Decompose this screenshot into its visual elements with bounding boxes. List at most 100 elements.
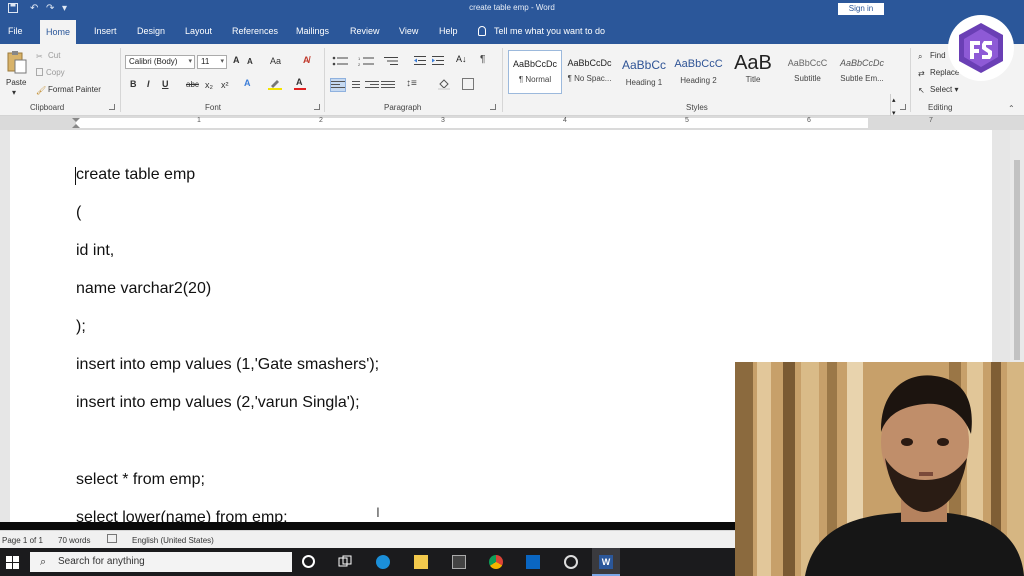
- styles-launcher-icon[interactable]: [900, 104, 906, 110]
- document-line[interactable]: );: [76, 318, 86, 336]
- borders-icon[interactable]: [462, 78, 474, 90]
- tab-file[interactable]: File: [2, 18, 29, 44]
- style-preview: AaBbCcDc: [567, 58, 612, 68]
- style-item[interactable]: AaBbCcC Heading 2: [672, 50, 726, 94]
- tab-mailings[interactable]: Mailings: [290, 18, 335, 44]
- proofing-icon[interactable]: [107, 534, 117, 543]
- document-line[interactable]: select lower(name) from emp;: [76, 509, 288, 522]
- justify-icon[interactable]: [381, 79, 395, 91]
- document-line[interactable]: create table emp: [76, 166, 195, 184]
- format-painter-button[interactable]: 🖌 Format Painter: [36, 85, 101, 95]
- multilevel-list-icon[interactable]: [384, 56, 402, 68]
- sign-in-button[interactable]: Sign in: [838, 3, 884, 15]
- copy-button[interactable]: Copy: [36, 68, 65, 77]
- tab-view[interactable]: View: [393, 18, 424, 44]
- subscript-button[interactable]: x₂: [205, 80, 213, 90]
- obs-icon[interactable]: [564, 555, 578, 569]
- mail-icon[interactable]: [526, 555, 540, 569]
- line-spacing-icon[interactable]: ↕≡: [406, 78, 417, 89]
- document-line[interactable]: insert into emp values (1,'Gate smashers…: [76, 356, 379, 374]
- decrease-indent-icon[interactable]: [414, 56, 426, 68]
- svg-text:2: 2: [358, 62, 361, 66]
- align-right-icon[interactable]: [365, 79, 379, 91]
- clear-formatting-icon[interactable]: A̸: [303, 55, 310, 65]
- numbering-icon[interactable]: 12: [358, 56, 376, 68]
- bullets-icon[interactable]: [332, 56, 350, 68]
- underline-button[interactable]: U: [162, 79, 169, 89]
- tab-layout[interactable]: Layout: [179, 18, 218, 44]
- style-item[interactable]: AaBbCcDc ¶ No Spac...: [563, 50, 617, 94]
- windows-start-icon[interactable]: [6, 556, 19, 571]
- clipboard-launcher-icon[interactable]: [109, 104, 115, 110]
- sort-icon[interactable]: A↓: [456, 54, 467, 64]
- cut-button[interactable]: ✂ Cut: [36, 51, 60, 61]
- language-status[interactable]: English (United States): [132, 536, 214, 545]
- ruler-number: 1: [197, 117, 201, 124]
- find-button[interactable]: ⌕ Find: [918, 51, 946, 61]
- tab-home[interactable]: Home: [40, 18, 77, 44]
- grow-font-button[interactable]: A: [233, 55, 240, 65]
- style-item[interactable]: AaBbCcDc Subtle Em...: [835, 50, 889, 94]
- paste-icon[interactable]: [6, 50, 28, 74]
- align-center-icon[interactable]: [349, 79, 363, 91]
- italic-button[interactable]: I: [147, 79, 150, 89]
- shading-icon[interactable]: [438, 78, 450, 90]
- taskbar-search-placeholder: Search for anything: [58, 556, 145, 567]
- cortana-icon[interactable]: [302, 555, 315, 568]
- text-effects-icon[interactable]: A: [244, 78, 251, 88]
- increase-indent-icon[interactable]: [432, 56, 444, 68]
- edge-icon[interactable]: [376, 555, 390, 569]
- style-item[interactable]: AaB Title: [726, 50, 780, 94]
- style-preview: AaBbCcDc: [512, 59, 557, 69]
- style-item[interactable]: AaBbCcC Subtitle: [781, 50, 835, 94]
- paragraph-launcher-icon[interactable]: [490, 104, 496, 110]
- style-preview: AaBbCcC: [787, 58, 828, 68]
- show-formatting-marks-icon[interactable]: ¶: [480, 54, 485, 65]
- task-view-icon[interactable]: [338, 555, 352, 569]
- paintbrush-icon: 🖌: [36, 86, 47, 95]
- superscript-button[interactable]: x²: [221, 80, 229, 90]
- tab-design[interactable]: Design: [131, 18, 171, 44]
- style-item[interactable]: AaBbCcDc ¶ Normal: [508, 50, 562, 94]
- strikethrough-button[interactable]: abc: [186, 80, 199, 89]
- channel-logo: [948, 15, 1014, 81]
- paste-dropdown-icon[interactable]: ▾: [12, 88, 16, 97]
- scrollbar-thumb[interactable]: [1014, 160, 1020, 360]
- font-color-icon[interactable]: A: [294, 77, 306, 90]
- home-ribbon: Paste ▾ ✂ Cut Copy 🖌 Format Painter Clipbo…: [0, 44, 1024, 136]
- paste-button[interactable]: Paste: [6, 78, 26, 87]
- tab-references[interactable]: References: [226, 18, 284, 44]
- font-size-box[interactable]: 11: [197, 55, 227, 69]
- word-count[interactable]: 70 words: [58, 536, 90, 545]
- presenter-video-image: [735, 362, 1024, 576]
- taskbar-search[interactable]: ⌕ Search for anything: [30, 552, 292, 572]
- document-line[interactable]: insert into emp values (2,'varun Singla'…: [76, 394, 360, 412]
- document-line[interactable]: select * from emp;: [76, 471, 205, 489]
- align-left-icon[interactable]: [330, 78, 346, 92]
- document-line[interactable]: name varchar2(20): [76, 280, 211, 298]
- font-launcher-icon[interactable]: [314, 104, 320, 110]
- store-icon[interactable]: [452, 555, 466, 569]
- tab-help[interactable]: Help: [433, 18, 464, 44]
- file-explorer-icon[interactable]: [414, 555, 428, 569]
- collapse-ribbon-icon[interactable]: ⌃: [1008, 104, 1015, 113]
- divider: [910, 48, 911, 112]
- document-line[interactable]: (: [76, 204, 81, 222]
- font-name-box[interactable]: Calibri (Body): [125, 55, 195, 69]
- tab-insert[interactable]: Insert: [88, 18, 123, 44]
- style-item[interactable]: AaBbCc Heading 1: [617, 50, 671, 94]
- word-taskbar-button[interactable]: W: [592, 548, 620, 576]
- page-count[interactable]: Page 1 of 1: [2, 536, 43, 545]
- chrome-icon[interactable]: [489, 555, 503, 569]
- document-line[interactable]: id int,: [76, 242, 114, 260]
- tab-review[interactable]: Review: [344, 18, 386, 44]
- change-case-button[interactable]: Aa: [270, 56, 281, 66]
- tell-me-search[interactable]: Tell me what you want to do: [478, 18, 605, 44]
- shrink-font-button[interactable]: A: [247, 57, 253, 66]
- ribbon-tabs: File Home Insert Design Layout Reference…: [0, 18, 1024, 44]
- bold-button[interactable]: B: [130, 79, 137, 89]
- select-button[interactable]: ↖ Select ▾: [918, 85, 958, 95]
- highlight-color-icon[interactable]: [268, 78, 282, 90]
- indent-marker-icon[interactable]: [72, 118, 80, 128]
- paragraph-group-label: Paragraph: [384, 103, 422, 112]
